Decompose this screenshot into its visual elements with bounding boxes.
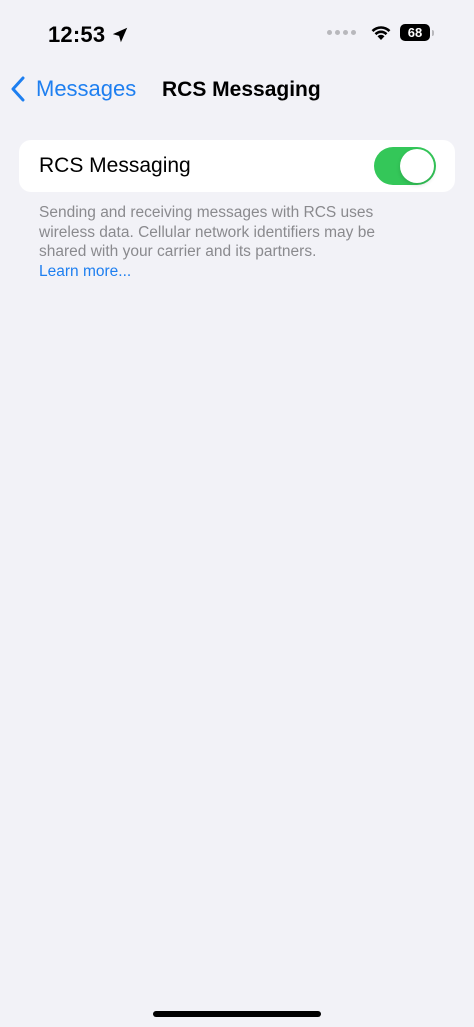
back-button[interactable]: Messages	[10, 76, 136, 102]
status-indicators: 68	[327, 24, 434, 41]
battery-level: 68	[407, 25, 423, 40]
status-bar: 12:53 68	[0, 0, 474, 60]
toggle-knob	[400, 149, 434, 183]
status-time-group: 12:53	[48, 22, 129, 48]
battery-icon: 68	[400, 24, 430, 41]
learn-more-link[interactable]: Learn more...	[39, 262, 419, 282]
rcs-settings-group: RCS Messaging	[19, 140, 455, 192]
chevron-left-icon	[11, 76, 25, 102]
page-title: RCS Messaging	[162, 78, 321, 101]
battery-cap	[432, 29, 434, 36]
home-indicator[interactable]	[153, 1011, 321, 1017]
wifi-icon	[371, 26, 391, 40]
rcs-messaging-label: RCS Messaging	[39, 154, 191, 177]
back-button-label: Messages	[36, 76, 137, 101]
rcs-footer-text: Sending and receiving messages with RCS …	[39, 204, 375, 260]
signal-dots-icon	[327, 30, 356, 35]
navigation-bar: Messages RCS Messaging	[0, 66, 474, 116]
rcs-messaging-toggle[interactable]	[374, 147, 436, 185]
status-time: 12:53	[48, 22, 106, 47]
location-arrow-icon	[113, 27, 128, 43]
rcs-footer: Sending and receiving messages with RCS …	[39, 203, 419, 281]
